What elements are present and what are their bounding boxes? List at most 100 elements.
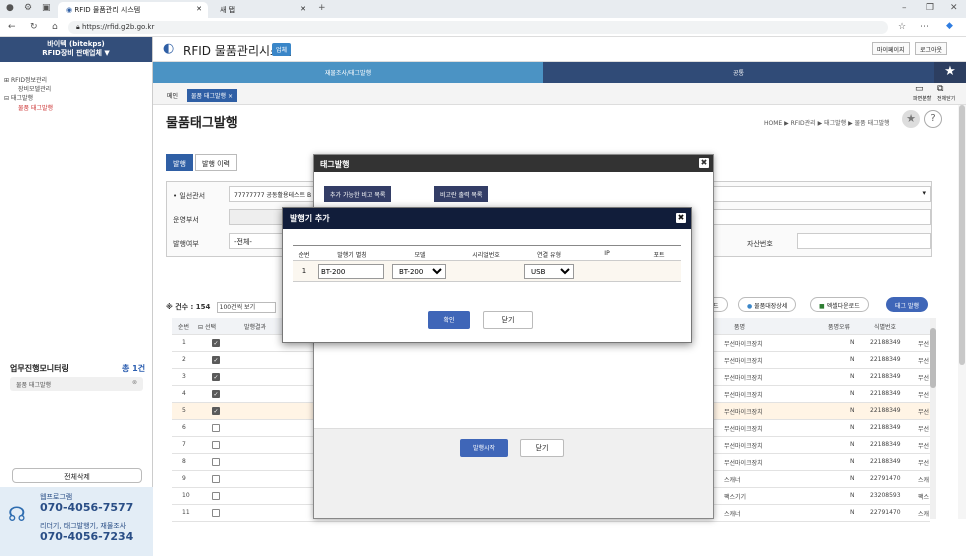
more-icon[interactable]: ⋯ (920, 23, 929, 32)
row-checkbox[interactable]: ✓ (212, 373, 220, 381)
cell-item: 무선마이크장치 (724, 409, 763, 416)
tree-item-tag-issue[interactable]: ⊟ 태그발행 (4, 93, 33, 102)
row-checkbox[interactable] (212, 509, 220, 517)
org-field[interactable]: 77777777 공동활용테스트 B (229, 186, 319, 202)
back-icon[interactable]: ← (8, 23, 16, 32)
menu-common[interactable]: 공통 (543, 62, 934, 83)
model-select[interactable]: BT-200 (392, 264, 446, 279)
connection-select[interactable]: USB (524, 264, 574, 279)
grid-scrollbar[interactable] (930, 318, 936, 519)
cancel-button[interactable]: 닫기 (483, 311, 533, 329)
row-checkbox[interactable] (212, 492, 220, 500)
logout-button[interactable]: 로그아웃 (915, 42, 948, 55)
maximize-icon[interactable]: ❐ (926, 4, 934, 13)
monitor-item[interactable]: 물품 태그발행 ⊗ (10, 377, 143, 391)
serial-input[interactable] (454, 264, 516, 279)
cell-item: 무선마이크장치 (724, 392, 763, 399)
row-checkbox[interactable] (212, 475, 220, 483)
browser-tab-rfid[interactable]: ◉ RFID 물품관리 시스템 ✕ (58, 2, 208, 18)
help-icon[interactable]: ? (924, 110, 942, 128)
close-icon[interactable]: × (228, 93, 233, 100)
home-icon[interactable]: ⌂ (52, 23, 58, 32)
url-input[interactable]: 🔒︎ https://rfid.g2b.go.kr (68, 21, 888, 34)
profile-icon[interactable]: ● (6, 4, 14, 13)
tab-actions-icon[interactable]: ▣ (42, 4, 51, 13)
reload-icon[interactable]: ↻ (30, 23, 38, 32)
scrollbar-thumb[interactable] (930, 328, 936, 388)
check-circle-icon: ● (747, 303, 753, 310)
delete-all-button[interactable]: 전체삭제 (12, 468, 142, 483)
cell-tail: 팩스 (918, 494, 930, 501)
row-checkbox[interactable] (212, 458, 220, 466)
org-dropdown[interactable]: ▾ (707, 186, 931, 202)
printer-name-input[interactable] (318, 264, 384, 279)
menu-inventory-tag[interactable]: 재물조사/태그발행 (153, 62, 543, 83)
minimize-icon[interactable]: – (902, 4, 907, 13)
available-notes-tab[interactable]: 추가 가능한 비고 목록 (324, 186, 392, 202)
window-close-icon[interactable]: ✕ (950, 4, 958, 13)
issue-tag-button[interactable]: 태그 발행 (886, 297, 928, 312)
favorites-star-icon[interactable]: ★ (934, 62, 966, 83)
start-issue-button[interactable]: 발행시작 (460, 439, 508, 457)
browser-tab-new[interactable]: 새 탭 ✕ (212, 2, 312, 18)
close-tab-icon[interactable]: ✕ (196, 5, 202, 13)
favorites-icon[interactable]: ☆ (898, 23, 906, 32)
col-code[interactable]: 식별번호 (874, 322, 896, 331)
collapse-icon[interactable]: ⊟ (4, 95, 9, 102)
favorite-page-icon[interactable]: ★ (902, 110, 920, 128)
dept-extra-field[interactable] (707, 209, 931, 225)
output-notes-tab[interactable]: 비고란 출력 목록 (434, 186, 489, 202)
tree-item-rfid-info[interactable]: ⊞ RFID정보관리 (4, 75, 47, 84)
port-input[interactable] (640, 264, 678, 279)
col-item[interactable]: 품명 (734, 322, 745, 331)
close-all-icon[interactable]: ⧉ (937, 84, 943, 94)
scrollbar-thumb[interactable] (959, 105, 965, 365)
row-checkbox[interactable]: ✓ (212, 339, 220, 347)
remove-icon[interactable]: ⊗ (132, 379, 137, 386)
close-icon[interactable]: ✖ (676, 213, 686, 223)
cell-err: N (850, 339, 855, 346)
app-header: ◐ RFID 물품관리시스템 업체 마이페이지 로그아웃 (153, 37, 966, 62)
col-no[interactable]: 순번 (178, 322, 189, 331)
page-tab-current[interactable]: 물품 태그발행 × (187, 89, 237, 102)
extensions-icon[interactable]: ⚙ (24, 4, 32, 13)
row-checkbox[interactable] (212, 441, 220, 449)
confirm-button[interactable]: 확인 (428, 311, 470, 329)
expand-icon[interactable]: ⊞ (4, 77, 9, 84)
org-selector[interactable]: 바이텍 (bitekps) RFID장비 판매업체 ▼ (0, 37, 152, 62)
cell-item: 팩스기기 (724, 494, 747, 501)
tree-item-model-mgmt[interactable]: 장비모델관리 (18, 84, 51, 93)
split-screen-icon[interactable]: ▭ (915, 84, 924, 94)
item-detail-button[interactable]: ● 물품대장상세 (738, 297, 797, 312)
select-all-icon[interactable]: ⊟ (198, 324, 203, 331)
excel-download-button[interactable]: ■ 엑셀다운로드 (810, 297, 869, 312)
headset-icon: ☊ (8, 502, 26, 526)
copilot-icon[interactable]: ◆ (946, 22, 953, 31)
tab-issue[interactable]: 발행 (166, 154, 193, 171)
row-number: 1 (182, 339, 186, 346)
row-checkbox[interactable]: ✓ (212, 356, 220, 364)
page-scrollbar[interactable] (958, 105, 966, 519)
col-select[interactable]: ⊟ 선택 (198, 322, 216, 331)
col-error[interactable]: 품명오류 (828, 322, 850, 331)
connection-cell: USB (521, 261, 577, 282)
asset-number-input[interactable] (797, 233, 931, 249)
cell-tail: 무선 (918, 392, 930, 399)
col-result[interactable]: 발행결과 (244, 322, 266, 331)
my-page-button[interactable]: 마이페이지 (872, 42, 910, 55)
monitor-count: 총 1건 (122, 364, 146, 373)
row-checkbox[interactable]: ✓ (212, 407, 220, 415)
tab-issue-history[interactable]: 발행 이력 (195, 154, 237, 171)
cell-item: 무선마이크장치 (724, 341, 763, 348)
close-tab-icon[interactable]: ✕ (300, 5, 306, 13)
ip-input[interactable] (580, 264, 634, 279)
tree-item-item-tag-issue[interactable]: 물품 태그발행 (18, 103, 53, 112)
page-size-select[interactable]: 100건씩 보기 (216, 302, 277, 313)
new-tab-icon[interactable]: + (318, 4, 326, 13)
row-checkbox[interactable]: ✓ (212, 390, 220, 398)
row-checkbox[interactable] (212, 424, 220, 432)
close-icon[interactable]: ✖ (699, 158, 709, 168)
row-number: 4 (182, 390, 186, 397)
page-tab-main[interactable]: 메인 (163, 89, 182, 102)
close-button[interactable]: 닫기 (520, 439, 564, 457)
